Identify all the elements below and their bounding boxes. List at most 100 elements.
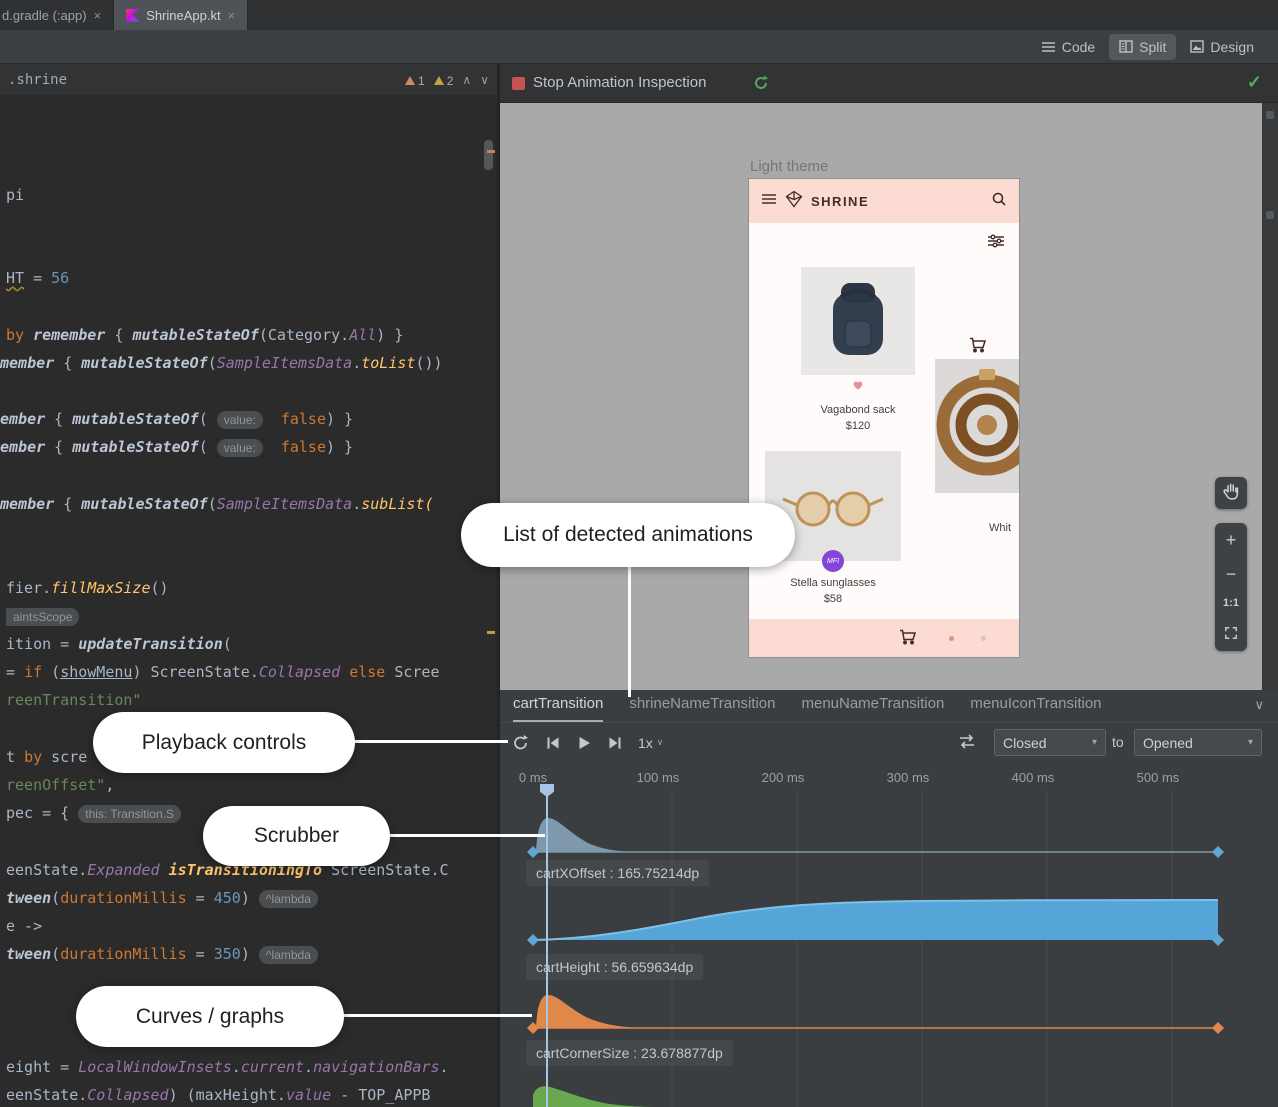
status-check-icon[interactable]: ✓ (1247, 72, 1262, 93)
to-label: to (1112, 734, 1124, 750)
skip-to-end-button[interactable] (607, 735, 623, 751)
curve-cartHeight (533, 900, 1218, 940)
tab-shrineNameTransition[interactable]: shrineNameTransition (629, 695, 775, 722)
tab-cartTransition[interactable]: cartTransition (513, 695, 603, 722)
animation-timeline-panel: cartTransition shrineNameTransition menu… (500, 690, 1278, 1107)
curve-value-label: cartHeight : 56.659634dp (526, 954, 703, 980)
curve-cartXOffset (536, 818, 640, 852)
cart-bottom-bar[interactable] (749, 619, 1019, 657)
zoom-to-fit-icon[interactable] (1224, 625, 1238, 643)
product-card-vagabond[interactable]: Vagabond sack $120 (801, 267, 915, 432)
app-title: SHRINE (811, 194, 869, 209)
playback-speed-dropdown[interactable]: 1x ∨ (638, 735, 663, 751)
shrine-app-preview: SHRINE Vagabond sack $120 (748, 178, 1020, 658)
pan-tool-button[interactable] (1215, 477, 1247, 509)
right-tool-strip (1262, 103, 1278, 690)
editor-scrollbar[interactable] (484, 140, 493, 170)
timeline-tick: 400 ms (998, 770, 1068, 785)
kotlin-file-icon (126, 9, 139, 22)
filter-tune-icon[interactable] (987, 234, 1005, 253)
curve-green (533, 1086, 655, 1107)
split-icon (1119, 40, 1133, 53)
breadcrumb[interactable]: .shrine (8, 72, 67, 88)
preview-pane: Stop Animation Inspection ✓ Light theme … (500, 64, 1278, 1107)
tool-strip-icon[interactable] (1266, 211, 1274, 219)
close-icon[interactable]: × (94, 8, 102, 23)
from-state-dropdown[interactable]: Closed ▾ (994, 729, 1106, 756)
theme-label: Light theme (750, 158, 828, 175)
zoom-in-button[interactable]: + (1226, 531, 1237, 549)
menu-icon[interactable] (761, 192, 777, 210)
editor-tab-bar: d.gradle (:app) × ShrineApp.kt × (0, 0, 1278, 30)
error-stripe-mark[interactable] (487, 150, 495, 153)
tool-strip-icon[interactable] (1266, 111, 1274, 119)
brand-badge: MFI (822, 550, 844, 572)
stop-animation-inspection-button[interactable]: Stop Animation Inspection (533, 74, 706, 91)
view-mode-bar: Code Split Design (0, 30, 1278, 64)
search-icon[interactable] (991, 191, 1007, 212)
product-price: $58 (765, 593, 901, 605)
callout-connector (353, 740, 508, 743)
tab-menuNameTransition[interactable]: menuNameTransition (801, 695, 944, 722)
code-editor[interactable] (0, 64, 497, 1107)
warning-stripe-mark[interactable] (487, 631, 495, 634)
zoom-controls: + − 1:1 (1215, 523, 1247, 651)
design-view-button[interactable]: Design (1180, 34, 1264, 60)
keyframe-diamond (1212, 1022, 1224, 1034)
curve-value-label: cartXOffset : 165.75214dp (526, 860, 709, 886)
playback-controls-bar: 1x ∨ Closed ▾ to Opened ▾ (500, 723, 1278, 762)
tab-shrineapp-file[interactable]: ShrineApp.kt × (114, 0, 248, 30)
design-icon (1190, 40, 1204, 53)
dropdown-arrow-icon: ▾ (1248, 737, 1253, 748)
stop-icon[interactable] (512, 77, 525, 90)
shrine-logo-icon (785, 190, 803, 213)
product-name: Vagabond sack (801, 404, 915, 416)
inspection-widget[interactable]: 1 2 ∧ ∨ (405, 64, 489, 96)
product-name: Whit (989, 522, 1020, 534)
callout-curves-graphs: Curves / graphs (76, 986, 344, 1047)
chevron-down-icon: ∨ (657, 737, 664, 748)
next-issue-icon[interactable]: ∨ (480, 73, 489, 87)
tab-gradle-file[interactable]: d.gradle (:app) × (0, 0, 114, 30)
timeline-tick: 200 ms (748, 770, 818, 785)
scrubber-line[interactable] (546, 786, 548, 1107)
product-image-belt[interactable] (935, 359, 1020, 493)
refresh-icon[interactable] (752, 74, 770, 97)
callout-connector (628, 565, 631, 697)
timeline-tick: 0 ms (498, 770, 568, 785)
favorite-heart-icon[interactable] (801, 377, 915, 395)
close-icon[interactable]: × (228, 8, 236, 23)
page-dot (949, 636, 954, 641)
compose-preview-surface: Light theme SHRINE (500, 103, 1278, 690)
loop-playback-button[interactable] (512, 734, 530, 752)
detected-animations-tabs: cartTransition shrineNameTransition menu… (500, 690, 1278, 723)
timeline-tick: 500 ms (1123, 770, 1193, 785)
play-button[interactable] (576, 735, 592, 751)
timeline-ruler[interactable]: 0 ms 100 ms 200 ms 300 ms 400 ms 500 ms (500, 762, 1278, 790)
swap-states-button[interactable] (958, 734, 976, 754)
zoom-actual-size-button[interactable]: 1:1 (1223, 598, 1239, 609)
hand-icon (1222, 482, 1240, 505)
tab-label: d.gradle (:app) (2, 8, 87, 23)
curve-value-label: cartCornerSize : 23.678877dp (526, 1040, 733, 1066)
callout-detected-animations: List of detected animations (461, 503, 795, 567)
dropdown-arrow-icon: ▾ (1092, 737, 1097, 748)
tabs-overflow-chevron-icon[interactable]: ∨ (1254, 697, 1264, 713)
zoom-out-button[interactable]: − (1226, 565, 1237, 583)
warning-triangle-icon: 2 (434, 72, 454, 88)
callout-connector (342, 1014, 532, 1017)
to-state-dropdown[interactable]: Opened ▾ (1134, 729, 1262, 756)
add-to-cart-icon[interactable] (969, 337, 987, 358)
error-triangle-icon: 1 (405, 72, 425, 88)
product-image-backpack (801, 267, 915, 375)
tab-menuIconTransition[interactable]: menuIconTransition (970, 695, 1101, 722)
code-view-button[interactable]: Code (1031, 34, 1105, 60)
callout-connector (388, 834, 545, 837)
cart-icon[interactable] (899, 629, 917, 650)
product-name: Stella sunglasses (765, 577, 901, 589)
skip-to-start-button[interactable] (545, 735, 561, 751)
previous-issue-icon[interactable]: ∧ (462, 73, 471, 87)
split-view-button[interactable]: Split (1109, 34, 1176, 60)
keyframe-diamond (1212, 846, 1224, 858)
breadcrumb-bar[interactable]: .shrine 1 2 ∧ ∨ (0, 64, 497, 96)
